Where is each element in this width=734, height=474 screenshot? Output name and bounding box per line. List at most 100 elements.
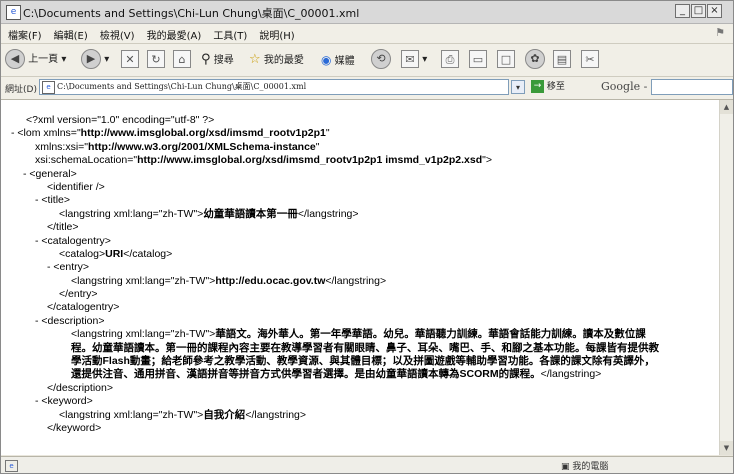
- langstring-close-tag: </langstring>: [325, 274, 387, 287]
- xsi-attr-name: xmlns:xsi=": [35, 140, 89, 153]
- title-open-tag: <title>: [41, 194, 71, 207]
- history-button[interactable]: ⟲: [371, 49, 391, 71]
- langstring-open-tag: <langstring xml:lang="zh-TW">: [71, 328, 216, 341]
- catalog-text: URI: [105, 247, 124, 260]
- scroll-up-icon[interactable]: ▲: [720, 100, 733, 114]
- lom-xmlns-value: http://www.imsglobal.org/xsd/imsmd_rootv…: [80, 127, 326, 140]
- general-open-tag: <general>: [29, 167, 77, 180]
- print-icon: ⎙: [441, 50, 459, 68]
- forward-arrow-icon: ▶: [81, 49, 101, 69]
- menu-tools[interactable]: 工具(T): [213, 27, 247, 42]
- menu-file[interactable]: 檔案(F): [8, 27, 42, 42]
- restore-button[interactable]: □: [691, 4, 706, 18]
- catalogentry-open-tag: <catalogentry>: [41, 234, 111, 247]
- media-label: 媒體: [334, 56, 355, 67]
- description-open-line: - <description>: [1, 315, 711, 328]
- mail-dropdown-icon: ▾: [422, 54, 428, 65]
- print-button[interactable]: ⎙: [441, 49, 459, 71]
- stop-icon: ✕: [121, 50, 139, 68]
- forward-button[interactable]: ▶ ▾: [81, 49, 109, 71]
- google-search-label[interactable]: Google -: [601, 80, 647, 93]
- media-icon: ◉: [321, 53, 332, 67]
- keyword-text: 自我介紹: [203, 408, 246, 421]
- back-label: 上一頁: [28, 54, 59, 65]
- search-label: 搜尋: [213, 55, 234, 66]
- search-icon: ⚲: [201, 52, 211, 67]
- langstring-open-tag: <langstring xml:lang="zh-TW">: [59, 408, 204, 421]
- collapse-toggle[interactable]: -: [23, 168, 27, 180]
- home-button[interactable]: ⌂: [173, 49, 191, 71]
- title-langstring-line: <langstring xml:lang="zh-TW">幼童華語讀本第一冊</…: [1, 208, 711, 221]
- menu-view[interactable]: 檢視(V): [100, 27, 135, 42]
- messenger-icon: ✿: [525, 49, 545, 69]
- xsi-attribute: xmlns:xsi="http://www.w3.org/2001/XMLSch…: [1, 141, 711, 154]
- refresh-button[interactable]: ↻: [147, 49, 165, 71]
- back-button[interactable]: ◀ 上一頁 ▾: [5, 49, 66, 71]
- menu-favorites[interactable]: 我的最愛(A): [147, 27, 202, 42]
- media-button[interactable]: ◉ 媒體: [321, 49, 355, 71]
- address-input[interactable]: e C:\Documents and Settings\Chi-Lun Chun…: [39, 79, 509, 95]
- computer-icon: ▣: [561, 462, 570, 472]
- title-close-line: </title>: [47, 221, 79, 234]
- back-dropdown-icon: ▾: [61, 54, 67, 65]
- collapse-toggle[interactable]: -: [11, 127, 15, 139]
- entry-text: http://edu.ocac.gov.tw: [215, 274, 326, 287]
- entry-close-line: </entry>: [59, 288, 98, 301]
- collapse-toggle[interactable]: -: [35, 194, 39, 206]
- search-button[interactable]: ⚲ 搜尋: [201, 49, 234, 71]
- status-bar: e ▣ 我的電腦: [1, 456, 733, 473]
- title-bar: e C:\Documents and Settings\Chi-Lun Chun…: [1, 1, 733, 24]
- catalogentry-open-line: - <catalogentry>: [1, 235, 711, 248]
- schema-location-attribute: xsi:schemaLocation="http://www.imsglobal…: [1, 154, 711, 167]
- discuss-button[interactable]: □: [497, 49, 515, 71]
- mail-button[interactable]: ✉ ▾: [401, 49, 427, 71]
- edit-icon: ▭: [469, 50, 487, 68]
- close-button[interactable]: ×: [707, 4, 722, 18]
- xml-declaration: <?xml version="1.0" encoding="utf-8" ?>: [26, 114, 215, 126]
- windows-logo-icon: ⚑: [715, 26, 725, 39]
- address-dropdown-icon[interactable]: ▾: [511, 80, 525, 94]
- lom-open-tag: <lom xmlns=": [17, 127, 81, 140]
- address-bar: 網址(D) e C:\Documents and Settings\Chi-Lu…: [1, 77, 733, 100]
- description-close-line: </description>: [47, 381, 113, 394]
- messenger-button[interactable]: ✿: [525, 49, 545, 71]
- collapse-toggle[interactable]: -: [47, 261, 51, 273]
- page-content: <?xml version="1.0" encoding="utf-8" ?> …: [1, 100, 719, 455]
- go-label: 移至: [546, 82, 565, 92]
- catalog-close-tag: </catalog>: [123, 247, 173, 260]
- langstring-open-tag: <langstring xml:lang="zh-TW">: [59, 207, 204, 220]
- google-search-input[interactable]: [651, 79, 733, 95]
- research-button[interactable]: ▤: [553, 49, 571, 71]
- lom-element: - <lom xmlns="http://www.imsglobal.org/x…: [1, 127, 711, 140]
- general-open-line: - <general>: [1, 168, 711, 181]
- tool-button[interactable]: ✂: [581, 49, 599, 71]
- go-button[interactable]: → 移至: [531, 80, 565, 94]
- menu-help[interactable]: 說明(H): [259, 27, 294, 42]
- star-icon: ☆: [249, 52, 261, 67]
- browser-window: e C:\Documents and Settings\Chi-Lun Chun…: [0, 0, 734, 474]
- schema-attr-name: xsi:schemaLocation=": [35, 154, 138, 167]
- keyword-close-line: </keyword>: [47, 422, 102, 435]
- ie-page-icon: e: [6, 5, 21, 20]
- go-arrow-icon: →: [531, 80, 544, 93]
- langstring-close-tag: </langstring>: [297, 207, 359, 220]
- status-page-icon: e: [5, 460, 18, 472]
- tool-icon: ✂: [581, 50, 599, 68]
- lom-quote: ": [325, 127, 330, 140]
- identifier-line: <identifier />: [47, 180, 105, 193]
- scroll-down-icon[interactable]: ▼: [720, 441, 733, 455]
- stop-button[interactable]: ✕: [121, 49, 139, 71]
- collapse-toggle[interactable]: -: [35, 235, 39, 247]
- edit-button[interactable]: ▭: [469, 49, 487, 71]
- toolbar: ◀ 上一頁 ▾ ▶ ▾ ✕ ↻ ⌂ ⚲ 搜尋 ☆ 我的最愛 ◉ 媒體 ⟲ ✉ ▾…: [1, 44, 733, 77]
- vertical-scrollbar[interactable]: ▲ ▼: [719, 100, 733, 455]
- forward-dropdown-icon: ▾: [104, 54, 110, 65]
- minimize-button[interactable]: _: [675, 4, 690, 18]
- menu-edit[interactable]: 編輯(E): [54, 27, 88, 42]
- catalog-line: <catalog>URI</catalog>: [1, 248, 711, 261]
- collapse-toggle[interactable]: -: [35, 395, 39, 407]
- langstring-close-tag: </langstring>: [245, 408, 307, 421]
- collapse-toggle[interactable]: -: [35, 315, 39, 327]
- description-langstring-line: <langstring xml:lang="zh-TW">華語文。海外華人。第一…: [1, 328, 711, 382]
- favorites-button[interactable]: ☆ 我的最愛: [249, 49, 304, 71]
